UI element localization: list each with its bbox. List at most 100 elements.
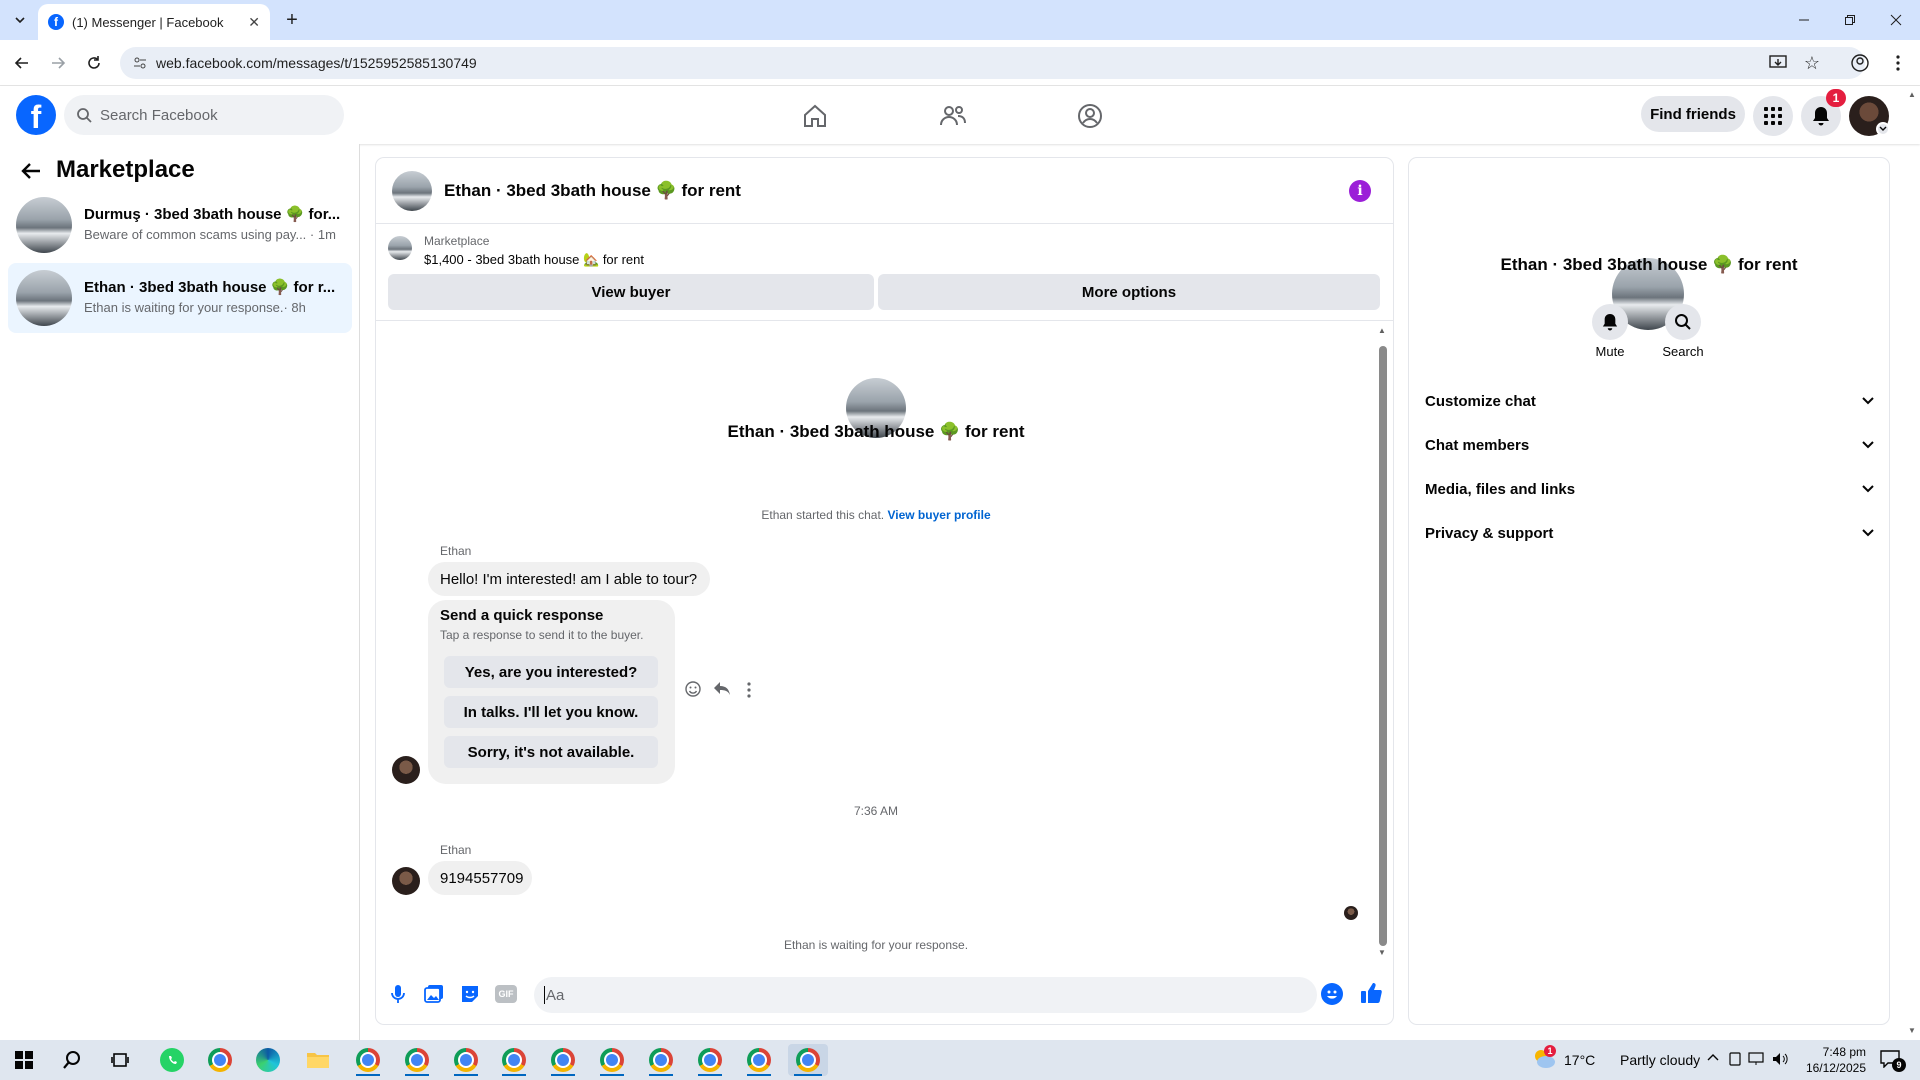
minimize-icon[interactable] (1788, 4, 1820, 36)
weather-temperature[interactable]: 17°C (1564, 1052, 1595, 1068)
scroll-down-arrow-icon[interactable]: ▼ (1378, 948, 1386, 958)
quick-response-in-talks-button[interactable]: In talks. I'll let you know. (444, 696, 658, 728)
attach-photo-icon[interactable] (424, 984, 444, 1004)
tab-close-icon[interactable]: ✕ (248, 14, 260, 31)
conversation-preview: Ethan is waiting for your response. (84, 300, 284, 315)
tray-device-icon[interactable] (1728, 1052, 1742, 1066)
conversation-item-durmus[interactable]: Durmuş · 3bed 3bath house 🌳 for... Bewar… (8, 190, 352, 260)
message-bubble[interactable]: 9194557709 (428, 861, 532, 895)
section-label: Customize chat (1425, 392, 1536, 410)
message-bubble[interactable]: Hello! I'm interested! am I able to tour… (428, 562, 710, 596)
customize-chat-section[interactable]: Customize chat (1425, 381, 1875, 421)
whatsapp-icon[interactable] (152, 1044, 192, 1076)
tab-search-chevron-icon[interactable] (4, 4, 36, 36)
file-explorer-icon[interactable] (298, 1044, 338, 1076)
reload-icon[interactable] (78, 47, 110, 79)
forward-icon[interactable] (42, 47, 74, 79)
taskbar-search-icon[interactable] (52, 1044, 92, 1076)
restore-icon[interactable] (1834, 4, 1866, 36)
emoji-picker-icon[interactable] (1321, 983, 1343, 1005)
mute-bell-icon[interactable] (1592, 304, 1628, 340)
chevron-down-icon (1862, 529, 1874, 537)
chat-header-title[interactable]: Ethan · 3bed 3bath house 🌳 for rent (444, 181, 741, 201)
search-label[interactable]: Search (1643, 344, 1723, 359)
taskbar-chrome-icon[interactable] (592, 1044, 632, 1076)
voice-clip-icon[interactable] (389, 984, 407, 1004)
browser-tab[interactable]: f (1) Messenger | Facebook ✕ (38, 4, 270, 40)
sidebar-back-arrow-icon[interactable] (20, 160, 42, 182)
network-icon[interactable] (1748, 1052, 1766, 1066)
sticker-icon[interactable] (460, 984, 480, 1004)
search-placeholder: Search Facebook (100, 106, 218, 124)
nav-friends-icon[interactable] (897, 96, 1009, 136)
chat-scrollbar[interactable] (1379, 346, 1387, 946)
profile-icon[interactable] (1844, 47, 1876, 79)
conversation-title: Ethan · 3bed 3bath house 🌳 for r... (84, 279, 336, 296)
view-buyer-button[interactable]: View buyer (388, 274, 874, 310)
address-bar[interactable]: web.facebook.com/messages/t/152595258513… (120, 47, 1865, 79)
back-icon[interactable] (6, 47, 38, 79)
taskbar-chrome-icon[interactable] (543, 1044, 583, 1076)
chrome-menu-icon[interactable] (1882, 47, 1914, 79)
section-label: Media, files and links (1425, 480, 1576, 498)
more-options-button[interactable]: More options (878, 274, 1380, 310)
clock-time: 7:48 pm (1822, 1045, 1866, 1059)
view-buyer-profile-link[interactable]: View buyer profile (887, 508, 990, 522)
waiting-status-text: Ethan is waiting for your response. (783, 938, 969, 952)
sender-avatar[interactable] (392, 756, 420, 784)
listing-description[interactable]: $1,400 - 3bed 3bath house 🏡 for rent (424, 252, 644, 268)
windows-start-icon[interactable] (4, 1044, 44, 1076)
taskbar-chrome-icon[interactable] (397, 1044, 437, 1076)
task-view-icon[interactable] (100, 1044, 140, 1076)
weather-description[interactable]: Partly cloudy (1620, 1052, 1700, 1068)
sender-avatar[interactable] (392, 867, 420, 895)
media-files-links-section[interactable]: Media, files and links (1425, 469, 1875, 509)
conversation-item-ethan[interactable]: Ethan · 3bed 3bath house 🌳 for r... Etha… (8, 263, 352, 333)
privacy-support-section[interactable]: Privacy & support (1425, 513, 1875, 553)
install-app-icon[interactable] (1762, 47, 1794, 79)
taskbar-chrome-icon[interactable] (494, 1044, 534, 1076)
quick-response-not-available-button[interactable]: Sorry, it's not available. (444, 736, 658, 768)
details-title: Ethan · 3bed 3bath house 🌳 for rent (1500, 255, 1798, 274)
taskbar-chrome-icon[interactable] (690, 1044, 730, 1076)
taskbar-chrome-icon[interactable] (739, 1044, 779, 1076)
nav-profile-icon[interactable] (1034, 96, 1146, 136)
search-in-conversation-icon[interactable] (1665, 304, 1701, 340)
page-scroll-down-icon[interactable]: ▼ (1908, 1026, 1916, 1035)
scroll-up-arrow-icon[interactable]: ▲ (1378, 326, 1386, 336)
chat-header-thumbnail[interactable] (392, 170, 432, 211)
find-friends-button[interactable]: Find friends (1641, 96, 1745, 132)
clock[interactable]: 7:48 pm 16/12/2025 (1800, 1044, 1866, 1076)
site-info-icon[interactable] (132, 55, 148, 71)
conversation-time: · 8h (283, 300, 306, 315)
mute-label[interactable]: Mute (1570, 344, 1650, 359)
message-input[interactable]: Aa (534, 977, 1317, 1013)
chat-intro-title: Ethan · 3bed 3bath house 🌳 for rent (727, 422, 1025, 441)
taskbar-chrome-icon[interactable] (200, 1044, 240, 1076)
account-chevron-icon[interactable] (1876, 122, 1890, 136)
taskbar-chrome-icon[interactable] (641, 1044, 681, 1076)
conversation-info-icon[interactable]: i (1349, 180, 1371, 202)
search-facebook-input[interactable]: Search Facebook (64, 95, 344, 135)
bookmark-star-icon[interactable]: ☆ (1796, 47, 1828, 79)
more-actions-icon[interactable] (747, 682, 751, 698)
page-scroll-up-icon[interactable]: ▲ (1908, 90, 1916, 99)
facebook-logo-icon[interactable]: f (16, 95, 56, 135)
reply-icon[interactable] (713, 681, 731, 697)
quick-response-title: Send a quick response (440, 607, 604, 624)
volume-icon[interactable] (1772, 1052, 1790, 1066)
react-emoji-icon[interactable] (684, 680, 702, 698)
gif-icon[interactable]: GIF (495, 985, 517, 1003)
taskbar-chrome-icon[interactable] (446, 1044, 486, 1076)
chat-members-section[interactable]: Chat members (1425, 425, 1875, 465)
quick-response-yes-button[interactable]: Yes, are you interested? (444, 656, 658, 688)
taskbar-chrome-icon[interactable] (348, 1044, 388, 1076)
new-tab-icon[interactable]: + (276, 4, 308, 36)
send-like-icon[interactable] (1360, 982, 1382, 1004)
nav-home-icon[interactable] (759, 96, 871, 136)
show-hidden-icons-chevron-icon[interactable] (1706, 1052, 1720, 1062)
edge-icon[interactable] (248, 1044, 288, 1076)
menu-grid-icon[interactable] (1753, 96, 1793, 136)
taskbar-chrome-icon-active[interactable] (788, 1044, 828, 1076)
window-close-icon[interactable] (1880, 4, 1912, 36)
